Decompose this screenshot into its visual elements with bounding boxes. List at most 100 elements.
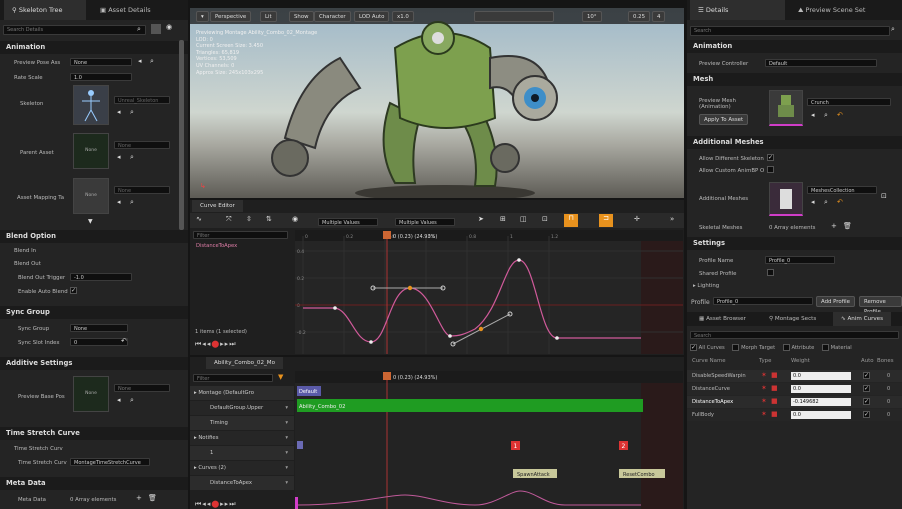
search-icon[interactable]: ⌕: [137, 25, 141, 34]
section-blend-option[interactable]: Blend Option: [0, 230, 188, 243]
preview-mesh-thumbnail[interactable]: [769, 90, 803, 126]
all-curves-checkbox[interactable]: ✓: [690, 344, 697, 351]
arrow-left-icon[interactable]: ◂: [117, 198, 121, 206]
apply-to-asset-button[interactable]: Apply To Asset: [699, 114, 749, 125]
arrow-left-icon[interactable]: ◂: [117, 108, 121, 116]
track-options-icon[interactable]: ▾: [285, 461, 288, 475]
section-mesh[interactable]: Mesh: [687, 73, 902, 86]
more-icon[interactable]: »: [670, 215, 674, 223]
auto-checkbox[interactable]: ✓: [863, 385, 870, 392]
section-additive-settings[interactable]: Additive Settings: [0, 357, 188, 370]
col-auto[interactable]: Auto: [861, 358, 874, 364]
section-meta-data[interactable]: Meta Data: [0, 477, 188, 490]
lighting-group[interactable]: ▸ Lighting: [693, 283, 719, 289]
save-icon[interactable]: ⊡: [881, 192, 887, 200]
curve-row[interactable]: DistanceCurve ✶ ■ 0.0 ✓ 0: [687, 383, 902, 395]
track-row[interactable]: 1 ▾: [190, 446, 294, 460]
selected-key[interactable]: [478, 326, 484, 332]
search-icon[interactable]: ⌕: [130, 108, 134, 117]
frame-icon[interactable]: ⤧: [226, 215, 232, 224]
trash-icon[interactable]: 🗑: [148, 494, 157, 502]
curve-key[interactable]: [517, 258, 521, 262]
curve-key[interactable]: [448, 334, 452, 338]
remove-profile-button[interactable]: Remove Profile: [859, 296, 902, 315]
key-time-select[interactable]: Multiple Values: [395, 218, 455, 226]
sync-group-input[interactable]: None: [70, 324, 128, 332]
delete-curve-icon[interactable]: ■: [771, 384, 778, 392]
curve-key[interactable]: [555, 336, 559, 340]
curve-list-item[interactable]: DistanceToApex: [196, 243, 237, 249]
track-row[interactable]: ▸ Notifies ▾: [190, 431, 294, 445]
track-row[interactable]: ▸ Montage (DefaultGro: [190, 386, 294, 400]
weight-input[interactable]: 0.0: [791, 411, 851, 419]
track-options-icon[interactable]: ▾: [285, 446, 288, 460]
curve-row[interactable]: DisableSpeedWarpin ✶ ■ 0.0 ✓ 0: [687, 370, 902, 382]
tab-asset-browser[interactable]: ▦ Asset Browser: [691, 312, 754, 326]
curve-graph[interactable]: 00.20.40.60.811.20.40.20-0.20 (0.23) (24…: [295, 230, 683, 354]
morph-target-checkbox[interactable]: [732, 344, 740, 351]
snap-icon[interactable]: ◫: [520, 215, 527, 223]
section-settings[interactable]: Settings: [687, 237, 902, 250]
key-value-select[interactable]: Multiple Values: [318, 218, 378, 226]
skeleton-thumbnail[interactable]: [73, 85, 109, 125]
eye-icon[interactable]: ◉: [166, 23, 172, 31]
allow-custom-animbp-checkbox[interactable]: [767, 166, 774, 173]
tangent-icon[interactable]: ⊞: [500, 215, 506, 223]
rate-scale-input[interactable]: 1.0: [70, 73, 132, 81]
asset-mapping-thumbnail[interactable]: None: [73, 178, 109, 214]
auto-key-icon[interactable]: ⊓: [564, 214, 578, 227]
tab-skeleton-tree[interactable]: ⚲ Skeleton Tree: [4, 0, 86, 20]
track-options-icon[interactable]: ▾: [285, 401, 288, 415]
delete-curve-icon[interactable]: ■: [771, 371, 778, 379]
tab-anim-curves[interactable]: ∿ Anim Curves: [833, 312, 892, 326]
track-row[interactable]: DistanceToApex ▾: [190, 476, 294, 490]
right-search-input[interactable]: Search: [690, 26, 890, 36]
shared-profile-checkbox[interactable]: [767, 269, 774, 276]
allow-different-skeleton-checkbox[interactable]: ✓: [767, 154, 774, 161]
viewport[interactable]: ▾ Perspective Lit Show Character LOD Aut…: [190, 8, 684, 198]
trash-icon[interactable]: 🗑: [843, 222, 852, 230]
montage-timeline[interactable]: 0 (0.23) (24.93%) Default Ability_Combo_02…: [295, 371, 683, 509]
scrollbar[interactable]: [179, 40, 184, 230]
curve-key[interactable]: [369, 340, 373, 344]
view-icon[interactable]: ◉: [292, 215, 298, 223]
col-curve-name[interactable]: Curve Name: [692, 358, 726, 364]
section-animation[interactable]: Animation: [0, 41, 188, 54]
montage-filter-input[interactable]: Filter: [193, 374, 273, 382]
search-icon[interactable]: ⌕: [130, 153, 134, 162]
retime-icon[interactable]: ⊡: [542, 215, 548, 223]
track-row[interactable]: DefaultGroup.Upper ▾: [190, 401, 294, 415]
reset-arrow-icon[interactable]: ↶: [121, 337, 127, 345]
col-weight[interactable]: Weight: [791, 358, 810, 364]
curve-tool-icon[interactable]: ∿: [196, 215, 202, 223]
search-icon[interactable]: ⌕: [130, 396, 134, 405]
section-additional-meshes[interactable]: Additional Meshes: [687, 136, 902, 149]
fit-icon[interactable]: ⇳: [246, 215, 252, 223]
arrow-left-icon[interactable]: ◂: [117, 153, 121, 161]
sync-slot-index-input[interactable]: 0: [70, 338, 128, 346]
preview-pose-select[interactable]: None: [70, 58, 132, 66]
search-icon[interactable]: ⌕: [891, 25, 895, 34]
track-row[interactable]: ▸ Curves (2) ▾: [190, 461, 294, 475]
montage-transport[interactable]: ⏮◂◂⬤▸▸⏭: [195, 500, 237, 509]
delete-curve-icon[interactable]: ■: [771, 410, 778, 418]
section-time-stretch-curve[interactable]: Time Stretch Curve: [0, 427, 188, 440]
filter-icon[interactable]: ▼: [278, 373, 283, 381]
add-profile-button[interactable]: Add Profile: [816, 296, 855, 307]
time-stretch-curve-input[interactable]: MontageTimeStretchCurve: [70, 458, 150, 466]
additional-meshes-thumbnail[interactable]: [769, 182, 803, 216]
preview-mesh-select[interactable]: Crunch: [807, 98, 891, 106]
preview-controller-select[interactable]: Default: [765, 59, 877, 67]
track-row[interactable]: Timing ▾: [190, 416, 294, 430]
col-bones[interactable]: Bones: [877, 358, 894, 364]
curve-row[interactable]: FullBody ✶ ■ 0.0 ✓ 0: [687, 409, 902, 421]
linear-key-icon[interactable]: ⊐: [599, 214, 613, 227]
montage-playhead-marker[interactable]: [383, 372, 391, 380]
selected-key[interactable]: [407, 285, 413, 291]
section-sync-group[interactable]: Sync Group: [0, 306, 188, 319]
col-type[interactable]: Type: [759, 358, 771, 364]
tab-details[interactable]: ☰ Details: [690, 0, 785, 20]
auto-checkbox[interactable]: ✓: [863, 411, 870, 418]
curves-search-input[interactable]: Search: [690, 331, 899, 339]
timing-marker[interactable]: [297, 441, 303, 449]
